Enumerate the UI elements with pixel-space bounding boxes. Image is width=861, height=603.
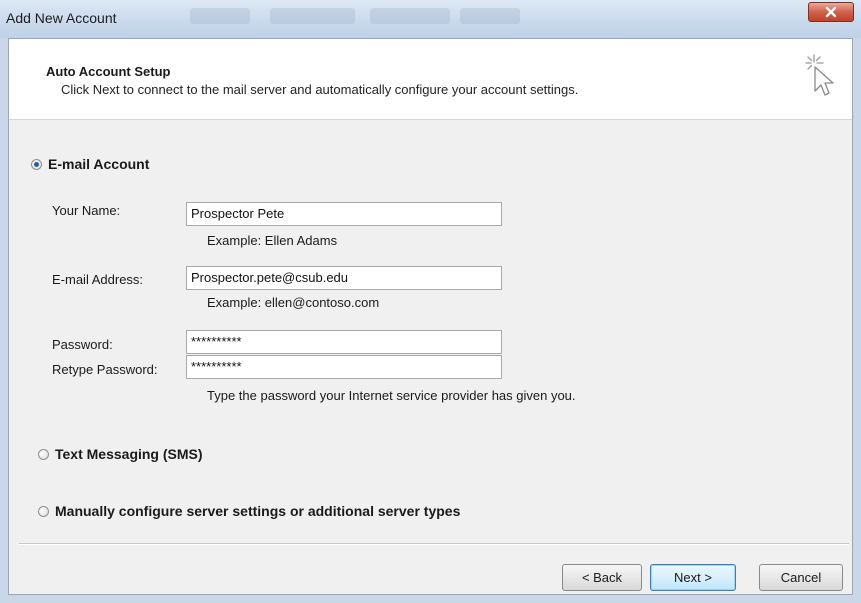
your-name-input[interactable]: Prospector Pete [186,202,502,226]
footer-divider [19,543,849,545]
title-bar-background-blur [190,8,250,24]
your-name-label: Your Name: [52,203,121,218]
cursor-sparkle-icon [805,54,834,96]
text-messaging-radio[interactable] [38,448,49,460]
header-subtitle: Click Next to connect to the mail server… [61,82,579,97]
manual-config-option[interactable]: Manually configure server settings or ad… [38,503,460,519]
add-new-account-dialog: Add New Account Auto Account Setup Click… [0,0,861,603]
email-account-option[interactable]: E-mail Account [31,156,149,172]
email-account-radio[interactable] [31,158,42,170]
email-account-label: E-mail Account [48,156,150,172]
title-bar-background-blur [270,8,355,24]
header-title: Auto Account Setup [46,64,171,79]
password-hint: Type the password your Internet service … [207,388,576,403]
email-address-example: Example: ellen@contoso.com [207,295,380,310]
wizard-header: Auto Account Setup Click Next to connect… [9,39,852,120]
your-name-example: Example: Ellen Adams [207,233,338,248]
title-bar-background-blur [370,8,450,24]
title-bar-background-blur [460,8,520,24]
close-icon [825,6,837,18]
retype-password-label: Retype Password: [52,362,158,377]
password-input[interactable]: ********** [186,330,502,354]
manual-config-radio[interactable] [38,505,49,517]
close-button[interactable] [808,2,854,22]
title-bar[interactable]: Add New Account [0,0,861,38]
text-messaging-option[interactable]: Text Messaging (SMS) [38,446,203,462]
manual-config-label: Manually configure server settings or ad… [55,503,461,519]
back-button[interactable]: < Back [562,564,642,591]
retype-password-input[interactable]: ********** [186,355,502,379]
dialog-body: Auto Account Setup Click Next to connect… [8,38,853,595]
next-button[interactable]: Next > [650,564,736,591]
window-title: Add New Account [6,10,117,26]
email-address-input[interactable]: Prospector.pete@csub.edu [186,266,502,290]
email-address-label: E-mail Address: [52,272,144,287]
password-label: Password: [52,337,113,352]
cancel-button[interactable]: Cancel [759,564,843,591]
text-messaging-label: Text Messaging (SMS) [55,446,203,462]
